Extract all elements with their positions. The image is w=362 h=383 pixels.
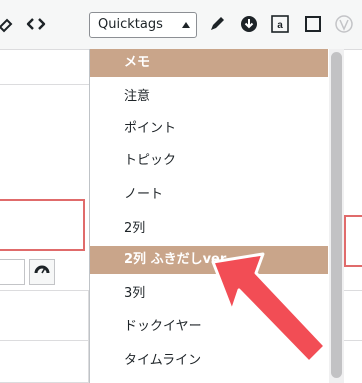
- chevron-up-icon: [182, 22, 190, 28]
- annotation-box-right: [344, 215, 362, 267]
- download-icon[interactable]: [238, 13, 260, 35]
- quicktags-select[interactable]: Quicktags: [89, 12, 197, 38]
- dropdown-item-memo[interactable]: メモ: [90, 49, 328, 77]
- dashboard-icon: [34, 262, 50, 282]
- annotation-box-left: [0, 199, 85, 251]
- code-icon[interactable]: [25, 13, 47, 35]
- right-panel-divider: [344, 340, 362, 341]
- right-panel: [344, 290, 362, 383]
- editor-toolbar: Quicktags a: [0, 0, 362, 50]
- dropdown-item-topic[interactable]: トピック: [90, 147, 328, 175]
- dropdown-item-caution[interactable]: 注意: [90, 83, 328, 111]
- quicktags-dropdown: メモ 注意 ポイント トピック ノート 2列 2列 ふきだしver 3列 ドック…: [89, 49, 331, 383]
- dashboard-button[interactable]: [29, 259, 55, 285]
- dropdown-item-dogear[interactable]: ドックイヤー: [90, 313, 328, 341]
- v-icon[interactable]: [333, 13, 355, 35]
- pen-icon[interactable]: [206, 13, 228, 35]
- quicktags-select-value: Quicktags: [98, 17, 163, 32]
- dropdown-item-3col[interactable]: 3列: [90, 280, 328, 308]
- dropdown-item-timeline[interactable]: タイムライン: [90, 347, 328, 375]
- editor-divider: [0, 84, 89, 85]
- input-field[interactable]: [0, 259, 25, 285]
- dropdown-item-2col[interactable]: 2列: [90, 215, 328, 243]
- content-panel: [0, 290, 89, 383]
- svg-text:a: a: [277, 20, 283, 31]
- dropdown-item-2col-balloon[interactable]: 2列 ふきだしver: [90, 246, 328, 274]
- dropdown-item-point[interactable]: ポイント: [90, 115, 328, 143]
- scrollbar-thumb[interactable]: [331, 52, 342, 378]
- amazon-icon[interactable]: a: [269, 13, 291, 35]
- eraser-icon[interactable]: [0, 13, 16, 35]
- box-icon[interactable]: [302, 13, 324, 35]
- dropdown-item-note[interactable]: ノート: [90, 181, 328, 209]
- dropdown-scrollbar[interactable]: [329, 49, 344, 383]
- content-panel-divider: [0, 340, 89, 341]
